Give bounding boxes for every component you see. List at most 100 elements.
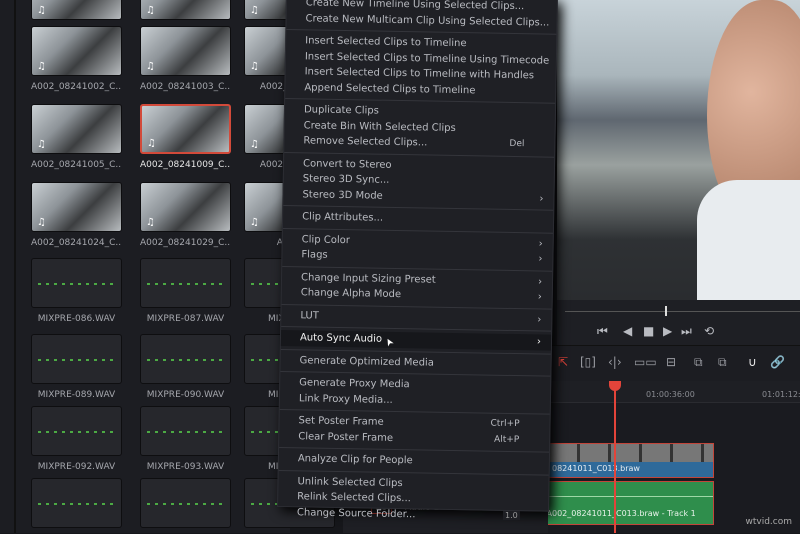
timeline[interactable]: 01:00:36:00 01:01:12:00 08241011_C013.br… [518, 381, 800, 533]
menu-item-label: Stereo 3D Mode [302, 188, 383, 202]
skip-forward-icon[interactable]: ⏭ [681, 324, 692, 339]
menu-item-label: Stereo 3D Sync... [302, 173, 390, 186]
menu-shortcut: Alt+P [494, 434, 520, 445]
stop-icon[interactable]: ■ [643, 324, 654, 338]
bin-clip[interactable]: ♫ A002_08241009_C... [140, 104, 231, 170]
menu-item-label: Unlink Selected Clips [297, 475, 403, 489]
audio-note-icon: ♫ [250, 61, 259, 72]
timeline-ruler[interactable]: 01:00:36:00 01:01:12:00 [548, 381, 800, 403]
audio-thumbnail[interactable] [31, 334, 122, 384]
clip-thumbnail[interactable]: ♫ [31, 0, 122, 20]
menu-item-label: Link Proxy Media... [298, 392, 393, 406]
clip-name: A002_08241003_C... [140, 82, 231, 92]
audio-note-icon: ♫ [37, 217, 46, 228]
clip-thumbnail[interactable]: ♫ [31, 182, 122, 232]
menu-item-label: Change Source Folder... [296, 506, 416, 520]
bin-clip[interactable]: ♫ A002_08241005_C... [31, 104, 122, 170]
clip-thumbnail[interactable]: ♫ [140, 26, 231, 76]
playhead[interactable] [614, 381, 616, 533]
menu-item[interactable]: Clip Attributes... [283, 209, 553, 229]
bin-clip[interactable]: MIXPRE-093.WAV [140, 406, 231, 472]
video-clip[interactable]: 08241011_C013.braw [548, 443, 714, 478]
clip-thumbnail[interactable]: ♫ [31, 26, 122, 76]
play-icon[interactable]: ▶ [663, 324, 672, 338]
bin-clip[interactable]: MIXPRE-090.WAV [140, 334, 231, 400]
audio-thumbnail[interactable] [31, 406, 122, 456]
menu-shortcut: Ctrl+P [490, 418, 520, 430]
bin-clip[interactable]: MIXPRE-086.WAV [31, 258, 122, 324]
menu-item[interactable]: Append Selected Clips to Timeline [285, 80, 555, 100]
audio-thumbnail[interactable] [140, 406, 231, 456]
scrubber[interactable] [565, 311, 800, 312]
audio-thumbnail[interactable] [140, 258, 231, 308]
menu-item-label: Clear Poster Frame [298, 430, 394, 444]
clip-thumbnail[interactable]: ♫ [140, 182, 231, 232]
media-pool: ♫A002_08240957_C...♫A002_08240959_C...♫A… [0, 0, 335, 534]
bin-clip[interactable]: ♫ A002_08241024_C... [31, 182, 122, 248]
audio-note-icon: ♫ [250, 217, 259, 228]
play-reverse-icon[interactable]: ◀ [623, 324, 632, 338]
menu-item[interactable]: Clear Poster Frame Alt+P [279, 428, 549, 448]
waveform [147, 283, 224, 285]
menu-item[interactable]: Create New Multicam Clip Using Selected … [286, 11, 556, 31]
clip-name: A002_08241002_C... [31, 82, 122, 92]
menu-item[interactable]: Link Proxy Media... [280, 390, 550, 410]
blade-tool-icon[interactable]: ▭▭ [634, 355, 657, 369]
menu-item[interactable]: Flags › [282, 247, 552, 267]
bin-clip[interactable]: MIXPRE-089.WAV [31, 334, 122, 400]
insert-clip-icon[interactable]: ⊟ [666, 355, 676, 369]
viewer-frame-shirt [697, 180, 800, 300]
chevron-right-icon: › [538, 237, 543, 250]
menu-item-label: Convert to Stereo [302, 157, 392, 171]
clip-thumbnail[interactable]: ♫ [31, 104, 122, 154]
menu-item-label: Relink Selected Clips... [297, 491, 411, 505]
bin-clip[interactable]: ♫ A002_08241003_C... [140, 26, 231, 92]
clip-thumbnails [549, 444, 713, 462]
menu-item[interactable]: Stereo 3D Mode › [283, 186, 553, 206]
bin-clip[interactable] [31, 478, 122, 534]
bin-clip[interactable]: ♫ A002_08241002_C... [31, 26, 122, 92]
scrubber-playhead[interactable] [665, 306, 667, 316]
menu-item[interactable]: LUT › [281, 307, 551, 327]
dynamic-trim-icon[interactable]: ‹|› [608, 355, 622, 369]
video-clip-label: 08241011_C013.braw [552, 464, 640, 473]
replace-clip-icon[interactable]: ⧉ [718, 355, 727, 370]
clip-thumbnail[interactable]: ♫ [140, 0, 231, 20]
audio-note-icon: ♫ [37, 61, 46, 72]
audio-note-icon: ♫ [146, 61, 155, 72]
bin-clip[interactable]: MIXPRE-087.WAV [140, 258, 231, 324]
bin-clip[interactable]: ♫ A002_08241029_C... [140, 182, 231, 248]
clip-name: MIXPRE-090.WAV [146, 390, 225, 400]
menu-item[interactable]: Change Alpha Mode › [282, 285, 552, 305]
menu-item-label: Flags [301, 249, 328, 261]
skip-back-icon[interactable]: ⏮ [597, 324, 608, 339]
menu-item[interactable]: Remove Selected Clips... Del [284, 133, 554, 153]
selection-tool-icon[interactable]: ⇱ [558, 355, 568, 369]
audio-thumbnail[interactable] [31, 258, 122, 308]
source-viewer[interactable] [557, 0, 800, 300]
snapping-icon[interactable]: ∪ [748, 355, 757, 369]
panel-divider [14, 0, 16, 533]
menu-item[interactable]: Generate Optimized Media [280, 352, 550, 372]
menu-item-label: LUT [300, 309, 320, 322]
linked-selection-icon[interactable]: 🔗 [770, 355, 785, 369]
menu-item-label: Create New Multicam Clip Using Selected … [305, 12, 550, 29]
clip-name: MIXPRE-093.WAV [146, 462, 225, 472]
audio-thumbnail[interactable] [140, 478, 231, 528]
overwrite-clip-icon[interactable]: ⧉ [694, 355, 703, 370]
audio-thumbnail[interactable] [140, 334, 231, 384]
bin-clip[interactable] [140, 478, 231, 534]
menu-item-label: Append Selected Clips to Timeline [304, 81, 476, 96]
waveform [147, 431, 224, 433]
menu-item[interactable]: Analyze Clip for People [279, 451, 549, 471]
trim-tool-icon[interactable]: [▯] [580, 355, 596, 369]
clip-thumbnail[interactable]: ♫ [140, 104, 231, 154]
chevron-right-icon: › [536, 336, 542, 348]
waveform [38, 431, 115, 433]
audio-thumbnail[interactable] [31, 478, 122, 528]
timecode-label: 01:00:36:00 [646, 390, 695, 399]
clip-name: MIXPRE-087.WAV [146, 314, 225, 324]
loop-icon[interactable]: ⟲ [704, 324, 714, 338]
menu-item[interactable]: Auto Sync Audio › ➤ [280, 329, 552, 351]
bin-clip[interactable]: MIXPRE-092.WAV [31, 406, 122, 472]
